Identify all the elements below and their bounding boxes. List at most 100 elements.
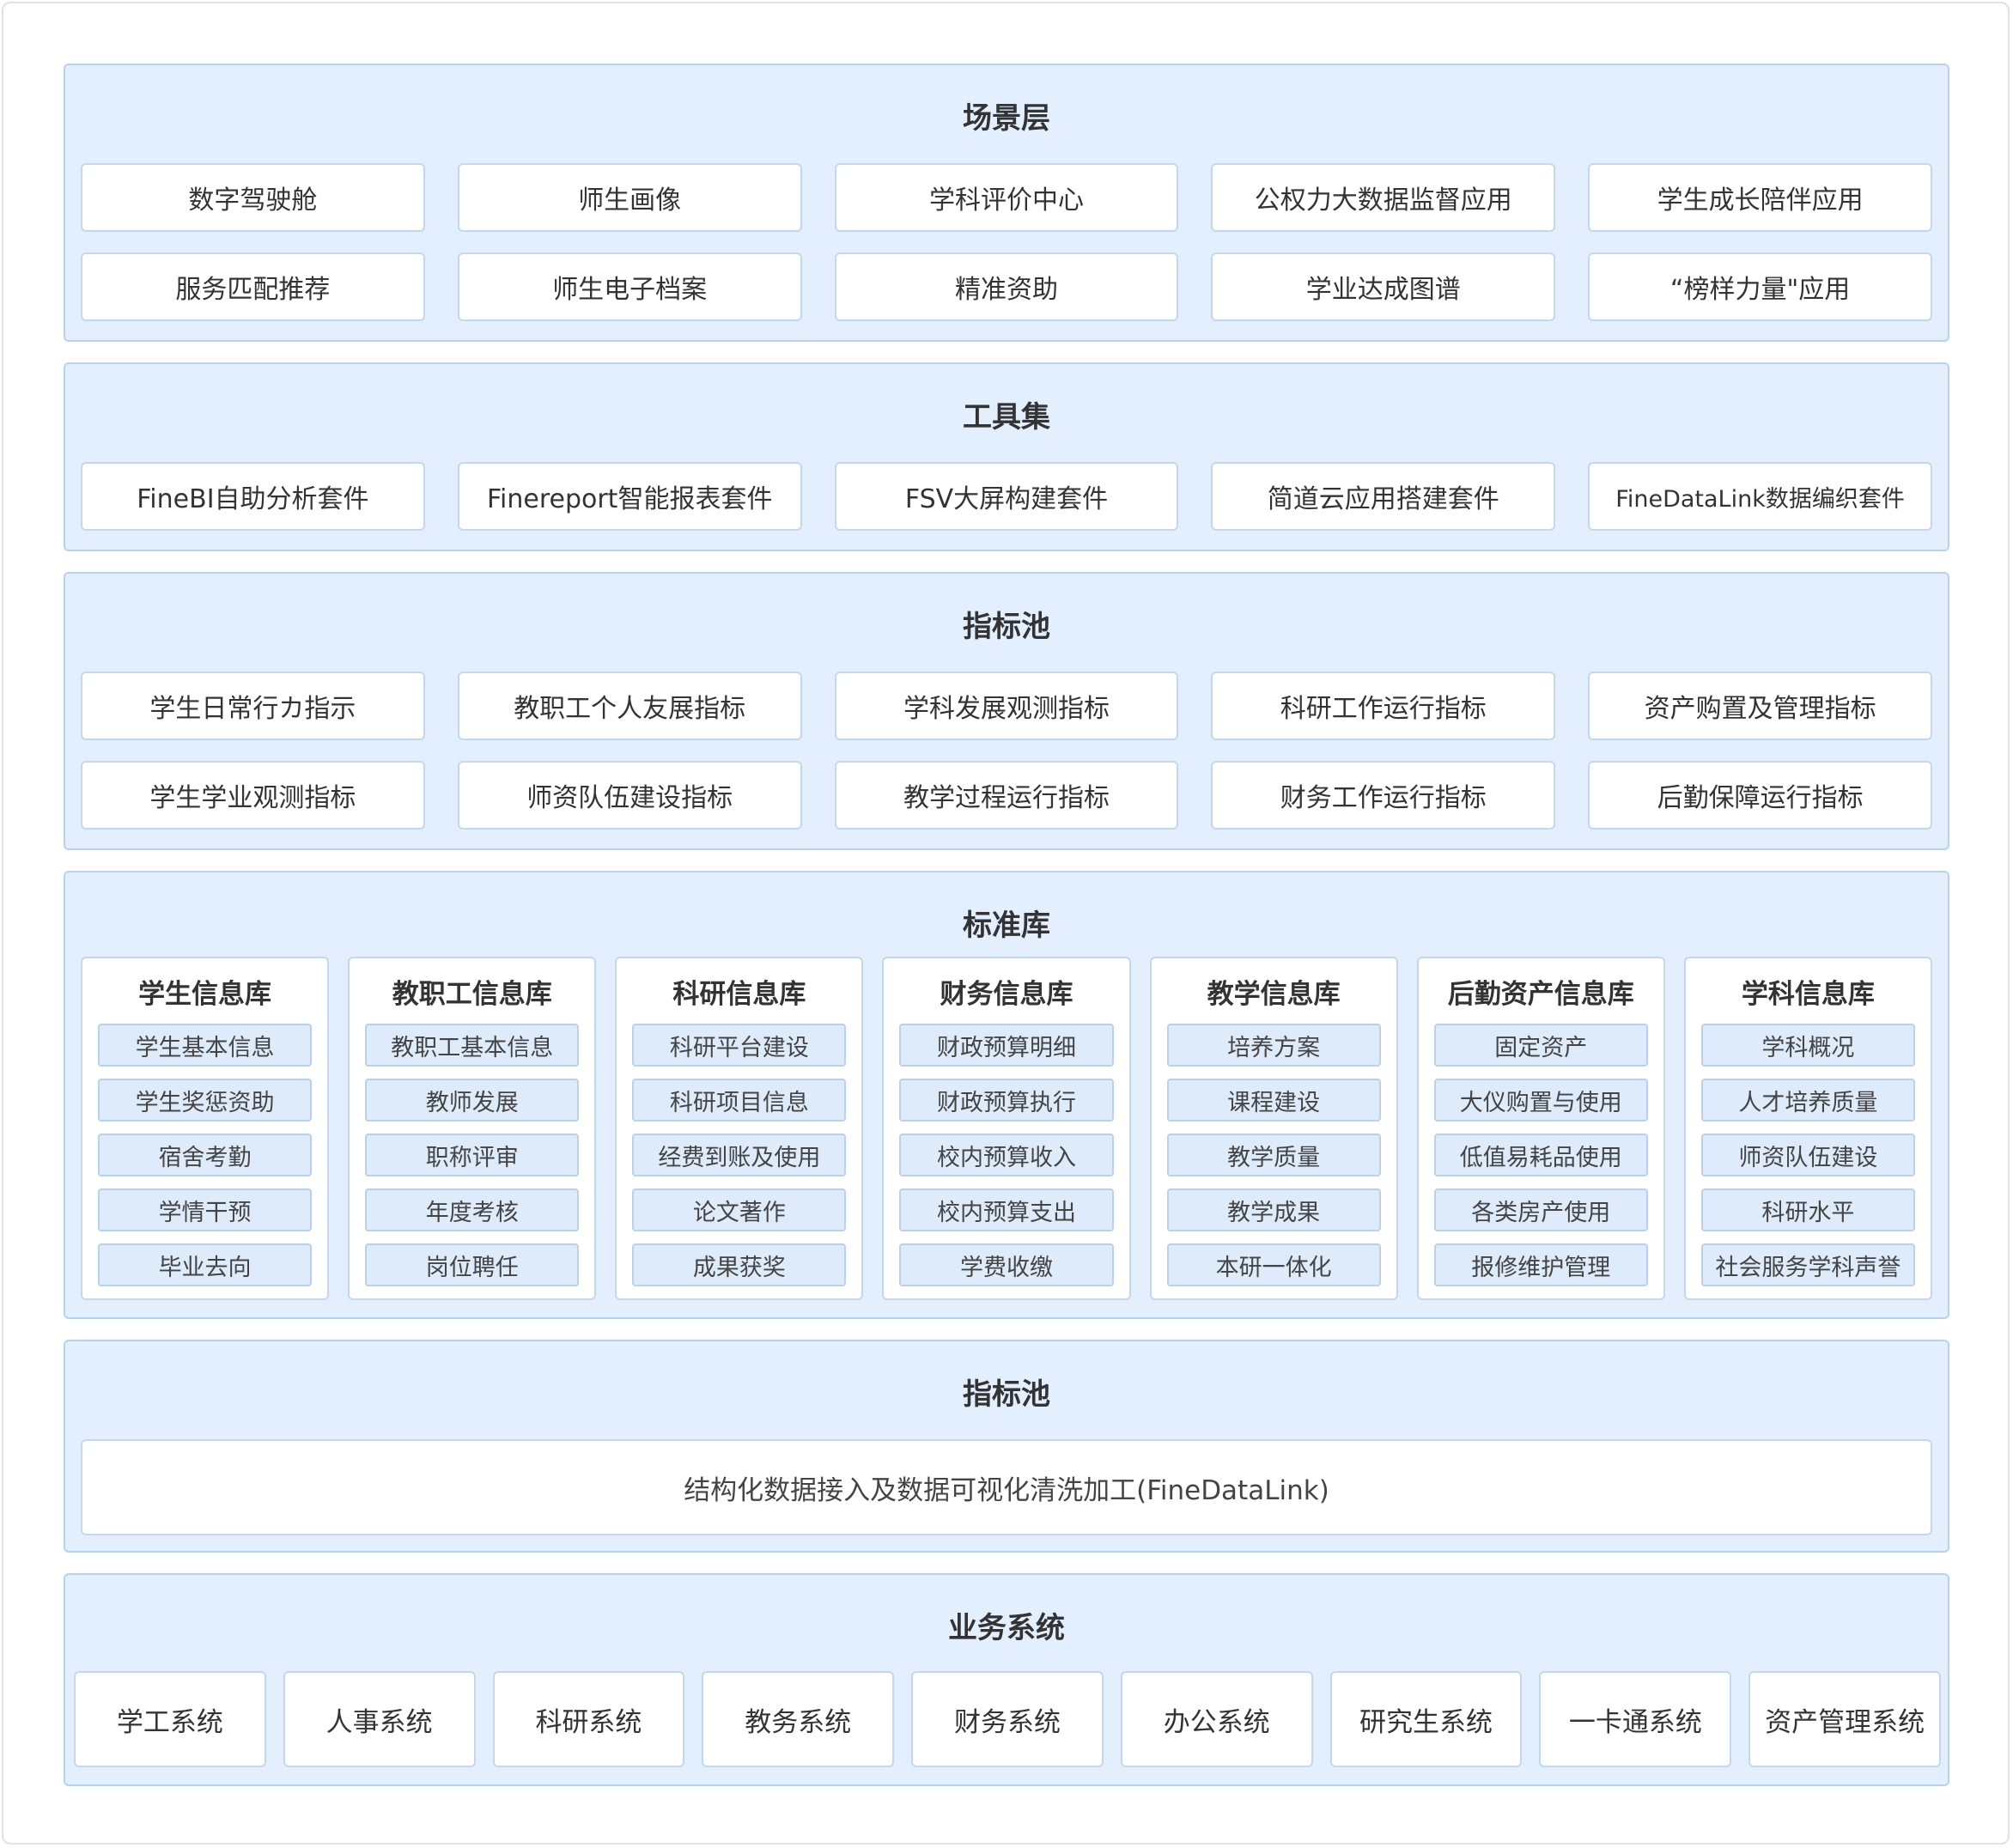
indicator-item: 师资队伍建设指标 xyxy=(457,761,802,830)
library-item: 学费收缴 xyxy=(899,1243,1114,1286)
library-item: 成果获奖 xyxy=(632,1243,847,1286)
indicator-item: 后勤保障运行指标 xyxy=(1588,761,1932,830)
library-title: 教学信息库 xyxy=(1207,978,1341,1010)
scene-item: 学业达成图谱 xyxy=(1211,252,1556,321)
library-finance: 财务信息库 财政预算明细 财政预算执行 校内预算收入 校内预算支出 学费收缴 xyxy=(882,957,1131,1300)
library-item: 科研水平 xyxy=(1700,1188,1915,1231)
indicator-item: 教学过程运行指标 xyxy=(834,761,1179,830)
library-logistics: 后勤资产信息库 固定资产 大仪购置与使用 低值易耗品使用 各类房产使用 报修维护… xyxy=(1416,957,1665,1300)
indicator-item: 学生学业观测指标 xyxy=(81,761,425,830)
scene-item: “榜样力量"应用 xyxy=(1588,252,1932,321)
library-item: 社会服务学科声誉 xyxy=(1700,1243,1915,1286)
integration-row: 结构化数据接入及数据可视化清洗加工(FineDataLink) xyxy=(81,1439,1932,1535)
library-title: 财务信息库 xyxy=(940,978,1073,1010)
library-item: 财政预算明细 xyxy=(899,1024,1114,1067)
library-item: 论文著作 xyxy=(632,1188,847,1231)
scene-item: 服务匹配推荐 xyxy=(81,252,425,321)
library-teaching: 教学信息库 培养方案 课程建设 教学质量 教学成果 本研一体化 xyxy=(1149,957,1398,1300)
library-item: 本研一体化 xyxy=(1166,1243,1381,1286)
library-item: 校内预算收入 xyxy=(899,1134,1114,1176)
business-system: 资产管理系统 xyxy=(1748,1671,1941,1767)
business-system: 学工系统 xyxy=(74,1671,266,1767)
tools-items: FineBI自助分析套件 Finereport智能报表套件 FSV大屏构建套件 … xyxy=(81,462,1932,531)
scene-layer: 场景层 数字驾驶舱 师生画像 学科评价中心 公权力大数据监督应用 学生成长陪伴应… xyxy=(64,64,1949,342)
library-item: 师资队伍建设 xyxy=(1700,1134,1915,1176)
library-item: 固定资产 xyxy=(1433,1024,1648,1067)
library-title: 学科信息库 xyxy=(1741,978,1875,1010)
tool-item: FineDataLink数据编织套件 xyxy=(1588,462,1932,531)
tool-item: FineBI自助分析套件 xyxy=(81,462,425,531)
business-system: 人事系统 xyxy=(283,1671,476,1767)
business-layer-title: 业务系统 xyxy=(948,1611,1065,1645)
business-system: 研究生系统 xyxy=(1329,1671,1523,1767)
scene-item: 精准资助 xyxy=(834,252,1179,321)
tools-layer-title: 工具集 xyxy=(963,400,1050,435)
library-item: 各类房产使用 xyxy=(1433,1188,1648,1231)
library-item: 经费到账及使用 xyxy=(632,1134,847,1176)
scene-item: 学生成长陪伴应用 xyxy=(1588,163,1932,232)
scene-item: 数字驾驶舱 xyxy=(81,163,425,232)
standard-layer: 标准库 学生信息库 学生基本信息 学生奖惩资助 宿舍考勤 学情干预 毕业去向 教… xyxy=(64,871,1949,1319)
indicator-item: 教职工个人友展指标 xyxy=(457,672,802,740)
business-system: 科研系统 xyxy=(492,1671,685,1767)
integration-layer: 指标池 结构化数据接入及数据可视化清洗加工(FineDataLink) xyxy=(64,1340,1949,1553)
library-item: 大仪购置与使用 xyxy=(1433,1079,1648,1122)
library-item: 报修维护管理 xyxy=(1433,1243,1648,1286)
library-title: 科研信息库 xyxy=(672,978,806,1010)
indicator-item: 学科发展观测指标 xyxy=(834,672,1179,740)
business-system: 教务系统 xyxy=(702,1671,895,1767)
business-system: 一卡通系统 xyxy=(1539,1671,1732,1767)
library-item: 低值易耗品使用 xyxy=(1433,1134,1648,1176)
library-item: 人才培养质量 xyxy=(1700,1079,1915,1122)
library-item: 教学成果 xyxy=(1166,1188,1381,1231)
tool-item: 简道云应用搭建套件 xyxy=(1211,462,1556,531)
library-discipline: 学科信息库 学科概况 人才培养质量 师资队伍建设 科研水平 社会服务学科声誉 xyxy=(1683,957,1932,1300)
business-layer: 业务系统 学工系统 人事系统 科研系统 教务系统 财务系统 办公系统 研究生系统… xyxy=(64,1573,1949,1786)
tool-item: Finereport智能报表套件 xyxy=(457,462,802,531)
library-title: 学生信息库 xyxy=(138,978,272,1010)
scene-item: 师生电子档案 xyxy=(457,252,802,321)
scene-item: 公权力大数据监督应用 xyxy=(1211,163,1556,232)
library-title: 教职工信息库 xyxy=(392,978,552,1010)
library-item: 学生基本信息 xyxy=(98,1024,313,1067)
scene-item: 学科评价中心 xyxy=(834,163,1179,232)
library-research: 科研信息库 科研平台建设 科研项目信息 经费到账及使用 论文著作 成果获奖 xyxy=(615,957,864,1300)
library-item: 学科概况 xyxy=(1700,1024,1915,1067)
standard-layer-title: 标准库 xyxy=(963,909,1050,943)
library-staff: 教职工信息库 教职工基本信息 教师发展 职称评审 年度考核 岗位聘任 xyxy=(348,957,597,1300)
library-item: 学情干预 xyxy=(98,1188,313,1231)
business-items: 学工系统 人事系统 科研系统 教务系统 财务系统 办公系统 研究生系统 一卡通系… xyxy=(74,1671,1941,1767)
scene-item: 师生画像 xyxy=(457,163,802,232)
tool-item: FSV大屏构建套件 xyxy=(834,462,1179,531)
library-title: 后勤资产信息库 xyxy=(1447,978,1634,1010)
indicator-layer: 指标池 学生日常行カ指示 教职工个人友展指标 学科发展观测指标 科研工作运行指标… xyxy=(64,572,1949,850)
library-item: 校内预算支出 xyxy=(899,1188,1114,1231)
library-item: 职称评审 xyxy=(365,1134,580,1176)
scene-items: 数字驾驶舱 师生画像 学科评价中心 公权力大数据监督应用 学生成长陪伴应用 服务… xyxy=(81,163,1932,321)
indicator-item: 财务工作运行指标 xyxy=(1211,761,1556,830)
indicator-item: 资产购置及管理指标 xyxy=(1588,672,1932,740)
indicator-layer-title: 指标池 xyxy=(963,610,1050,644)
library-item: 科研项目信息 xyxy=(632,1079,847,1122)
integration-item: 结构化数据接入及数据可视化清洗加工(FineDataLink) xyxy=(81,1439,1932,1535)
library-item: 年度考核 xyxy=(365,1188,580,1231)
library-item: 宿舍考勤 xyxy=(98,1134,313,1176)
library-item: 课程建设 xyxy=(1166,1079,1381,1122)
library-item: 学生奖惩资助 xyxy=(98,1079,313,1122)
library-item: 教学质量 xyxy=(1166,1134,1381,1176)
library-item: 教师发展 xyxy=(365,1079,580,1122)
library-item: 科研平台建设 xyxy=(632,1024,847,1067)
library-item: 财政预算执行 xyxy=(899,1079,1114,1122)
indicator-item: 学生日常行カ指示 xyxy=(81,672,425,740)
business-system: 财务系统 xyxy=(911,1671,1104,1767)
standard-libraries: 学生信息库 学生基本信息 学生奖惩资助 宿舍考勤 学情干预 毕业去向 教职工信息… xyxy=(81,957,1932,1300)
library-item: 毕业去向 xyxy=(98,1243,313,1286)
tools-layer: 工具集 FineBI自助分析套件 Finereport智能报表套件 FSV大屏构… xyxy=(64,362,1949,551)
library-item: 培养方案 xyxy=(1166,1024,1381,1067)
library-item: 教职工基本信息 xyxy=(365,1024,580,1067)
scene-layer-title: 场景层 xyxy=(963,101,1050,136)
integration-layer-title: 指标池 xyxy=(963,1377,1050,1412)
indicator-items: 学生日常行カ指示 教职工个人友展指标 学科发展观测指标 科研工作运行指标 资产购… xyxy=(81,672,1932,830)
business-system: 办公系统 xyxy=(1120,1671,1313,1767)
library-student: 学生信息库 学生基本信息 学生奖惩资助 宿舍考勤 学情干预 毕业去向 xyxy=(81,957,330,1300)
